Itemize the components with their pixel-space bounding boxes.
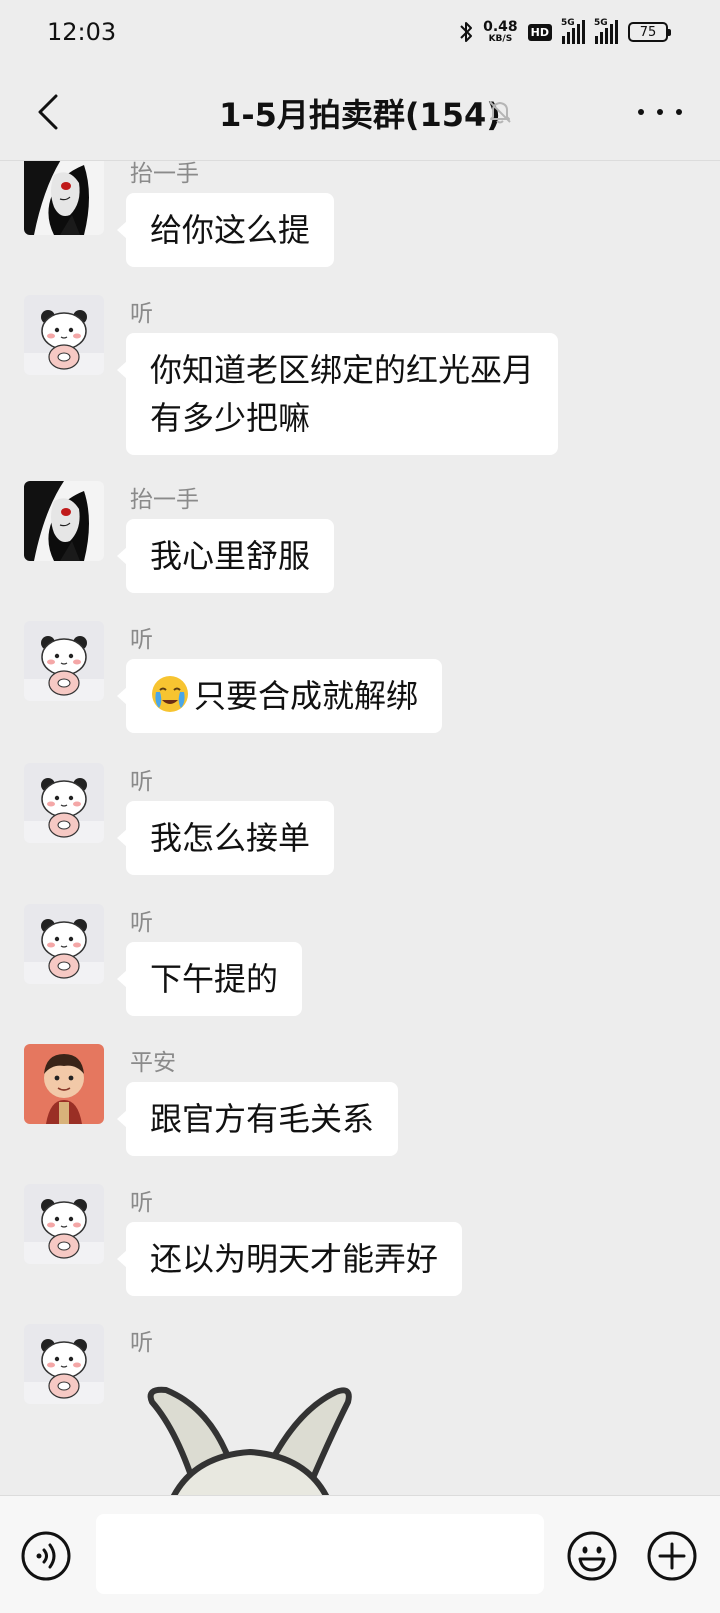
avatar[interactable] — [24, 1184, 104, 1264]
chat-title: 1-5月拍卖群(154) — [219, 96, 501, 134]
signal-label-2: 5G — [594, 18, 608, 28]
network-speed: 0.48 KB/S — [483, 20, 518, 44]
message-bubble[interactable]: 给你这么提 — [116, 193, 335, 267]
battery-icon: 75 — [628, 22, 671, 42]
message-bubble[interactable]: 只要合成就解绑 — [116, 659, 443, 733]
avatar[interactable] — [24, 161, 104, 235]
avatar[interactable] — [24, 1044, 104, 1124]
message-text: 只要合成就解绑 — [194, 677, 419, 715]
message-text: 你知道老区绑定的红光巫月 — [150, 351, 535, 389]
more-options-button[interactable] — [638, 100, 682, 124]
avatar[interactable] — [24, 904, 104, 984]
sender-name: 听 — [130, 627, 153, 653]
voice-input-icon[interactable] — [20, 1530, 72, 1582]
signal-icon-2: 5G — [594, 18, 618, 44]
sender-name: 抬一手 — [130, 161, 199, 187]
avatar[interactable] — [24, 1324, 104, 1404]
message-list[interactable]: 抬一手 给你这么提 听 你知道老区绑定的红光巫月 有多少把嘛 抬一手 我心里舒服… — [0, 161, 720, 1495]
avatar[interactable] — [24, 621, 104, 701]
message-bubble[interactable]: 你知道老区绑定的红光巫月 有多少把嘛 — [116, 333, 559, 455]
sender-name: 听 — [130, 301, 153, 327]
message-bubble[interactable]: 还以为明天才能弄好 — [116, 1222, 463, 1296]
message-text-line-2: 有多少把嘛 — [150, 399, 311, 437]
sender-name: 听 — [130, 1330, 153, 1356]
message-text: 还以为明天才能弄好 — [150, 1240, 439, 1278]
message-text: 我心里舒服 — [150, 537, 311, 575]
status-time: 12:03 — [47, 18, 117, 46]
muted-bell-icon — [489, 101, 511, 124]
message-input[interactable] — [96, 1514, 544, 1594]
crying-emoji-icon — [152, 676, 188, 712]
avatar[interactable] — [24, 481, 104, 561]
message-bubble[interactable]: 下午提的 — [116, 942, 303, 1016]
signal-label: 5G — [561, 18, 575, 28]
avatar[interactable] — [24, 295, 104, 375]
message-text: 跟官方有毛关系 — [150, 1100, 375, 1138]
network-speed-value: 0.48 — [483, 19, 518, 35]
emoji-button-icon[interactable] — [566, 1530, 618, 1582]
sender-name: 听 — [130, 769, 153, 795]
sender-name: 平安 — [130, 1050, 176, 1076]
sender-name: 抬一手 — [130, 487, 199, 513]
avatar[interactable] — [24, 763, 104, 843]
message-bubble[interactable]: 跟官方有毛关系 — [116, 1082, 399, 1156]
plus-icon[interactable] — [646, 1530, 698, 1582]
more-dot — [657, 109, 663, 115]
message-text: 给你这么提 — [150, 211, 311, 249]
status-icons: 0.48 KB/S HD 5G 5G 75 — [459, 16, 671, 48]
more-dot — [676, 109, 682, 115]
more-dot — [638, 109, 644, 115]
battery-level: 75 — [639, 24, 657, 40]
nav-bar: 1-5月拍卖群(154) — [0, 64, 720, 161]
bluetooth-icon — [460, 22, 473, 42]
message-text: 我怎么接单 — [150, 819, 311, 857]
status-bar: 12:03 0.48 KB/S HD 5G 5G 75 — [0, 0, 720, 64]
message-bubble[interactable]: 我怎么接单 — [116, 801, 335, 875]
hd-badge: HD — [527, 23, 552, 41]
message-text: 下午提的 — [150, 960, 279, 998]
signal-icon: 5G — [561, 18, 585, 44]
sender-name: 听 — [130, 1190, 153, 1216]
input-bar — [0, 1495, 720, 1613]
rabbit-sticker[interactable] — [140, 1374, 360, 1495]
sender-name: 听 — [130, 910, 153, 936]
network-speed-unit: KB/S — [488, 34, 513, 44]
message-bubble[interactable]: 我心里舒服 — [116, 519, 335, 593]
